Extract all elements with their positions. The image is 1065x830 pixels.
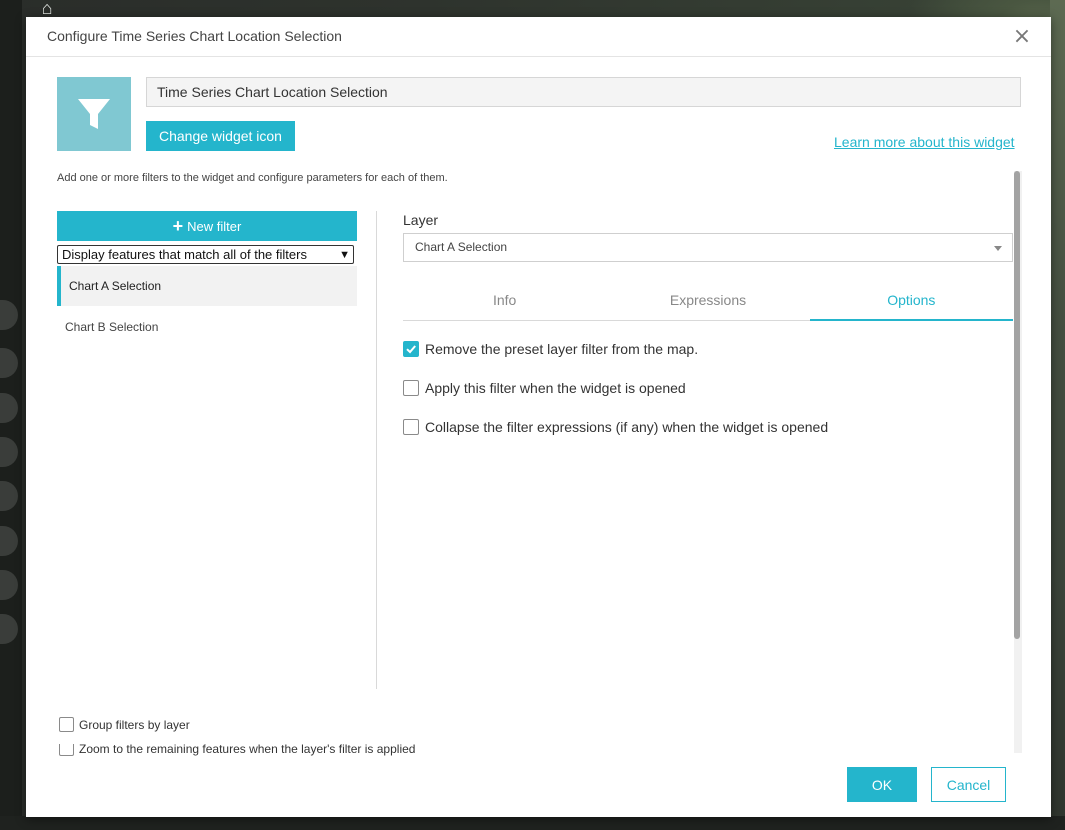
- filter-item-label: Chart B Selection: [65, 320, 159, 334]
- panel-divider: [376, 211, 377, 689]
- new-filter-label: New filter: [187, 218, 242, 234]
- option-label: Zoom to the remaining features when the …: [79, 744, 416, 756]
- learn-more-link[interactable]: Learn more about this widget: [834, 134, 1015, 150]
- tab-expressions[interactable]: Expressions: [606, 285, 809, 320]
- dialog-header: Configure Time Series Chart Location Sel…: [26, 17, 1051, 57]
- map-edge: [1050, 0, 1065, 830]
- instructions-text: Add one or more filters to the widget an…: [57, 172, 448, 184]
- dialog-title: Configure Time Series Chart Location Sel…: [47, 28, 342, 44]
- option-remove-preset-filter: Remove the preset layer filter from the …: [403, 341, 698, 357]
- tab-info[interactable]: Info: [403, 285, 606, 320]
- option-label: Apply this filter when the widget is ope…: [425, 380, 686, 396]
- checkbox[interactable]: [59, 717, 74, 732]
- option-label: Group filters by layer: [79, 717, 190, 732]
- cancel-button[interactable]: Cancel: [931, 767, 1006, 802]
- home-icon[interactable]: ⌂: [36, 0, 58, 17]
- change-widget-icon-button[interactable]: Change widget icon: [146, 121, 295, 151]
- layer-label: Layer: [403, 212, 439, 228]
- layer-select[interactable]: Chart A Selection: [403, 233, 1013, 262]
- widget-icon-tile: [57, 77, 131, 151]
- checkbox[interactable]: [403, 341, 419, 357]
- match-mode-value: Display features that match all of the f…: [62, 247, 307, 262]
- caret-down-icon: [994, 246, 1002, 251]
- checkmark-icon: [406, 345, 416, 354]
- option-label: Collapse the filter expressions (if any)…: [425, 419, 829, 435]
- plus-icon: +: [172, 216, 184, 236]
- filter-funnel-icon: [78, 99, 110, 129]
- widget-name-input[interactable]: [146, 77, 1021, 107]
- new-filter-button[interactable]: + New filter: [57, 211, 357, 241]
- configure-widget-dialog: Configure Time Series Chart Location Sel…: [26, 17, 1051, 817]
- filter-item[interactable]: Chart A Selection: [57, 266, 357, 306]
- option-group-by-layer: Group filters by layer: [59, 717, 190, 732]
- scrollbar-thumb[interactable]: [1014, 171, 1020, 639]
- bottom-bar: [0, 816, 1065, 830]
- close-icon[interactable]: ×: [1012, 26, 1032, 48]
- checkbox[interactable]: [403, 380, 419, 396]
- option-apply-on-open: Apply this filter when the widget is ope…: [403, 380, 686, 396]
- checkbox[interactable]: [403, 419, 419, 435]
- ok-button[interactable]: OK: [847, 767, 917, 802]
- checkbox[interactable]: [59, 744, 74, 756]
- option-zoom-to-features: Zoom to the remaining features when the …: [59, 744, 415, 756]
- chevron-down-icon: ▼: [339, 249, 350, 261]
- match-mode-select[interactable]: Display features that match all of the f…: [57, 245, 354, 264]
- filter-item[interactable]: Chart B Selection: [57, 307, 357, 347]
- layer-select-value: Chart A Selection: [415, 240, 508, 254]
- filter-item-label: Chart A Selection: [69, 279, 162, 293]
- option-collapse-expressions: Collapse the filter expressions (if any)…: [403, 419, 828, 435]
- clipped-option-area: Zoom to the remaining features when the …: [26, 744, 1051, 756]
- tab-options[interactable]: Options: [809, 285, 1014, 321]
- filter-tabs: Info Expressions Options: [403, 285, 1014, 321]
- option-label: Remove the preset layer filter from the …: [425, 341, 699, 357]
